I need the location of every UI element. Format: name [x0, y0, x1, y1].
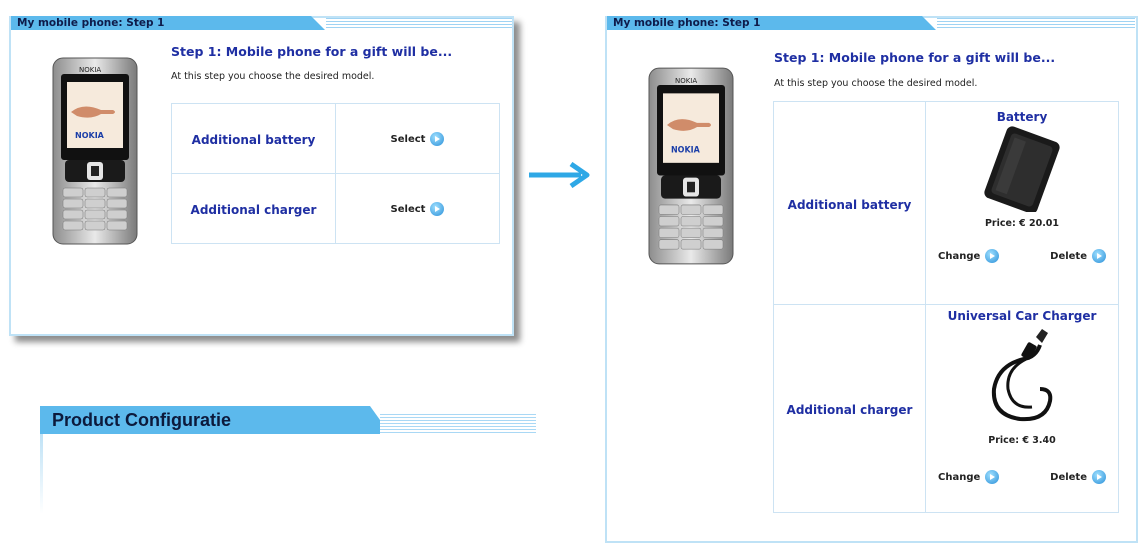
change-charger-button[interactable]: Change — [938, 470, 1000, 484]
transition-arrow-icon — [529, 162, 590, 188]
product-configuratie-section: Product Configuratie — [40, 406, 540, 516]
step1-panel-after: My mobile phone: Step 1 NOKIA NOKIA Step… — [605, 16, 1138, 543]
options-table: Additional battery Battery Price: € 20.0… — [773, 101, 1119, 513]
battery-image — [984, 126, 1060, 212]
step-subtext: At this step you choose the desired mode… — [171, 71, 375, 82]
brand-logo-top: NOKIA — [79, 66, 101, 74]
brand-logo-screen: NOKIA — [75, 131, 105, 140]
option-row-charger: Additional charger Universal Car Charger… — [773, 304, 1119, 513]
tab-stripe-decoration — [937, 18, 1135, 30]
delete-label: Delete — [1050, 472, 1087, 483]
option-label-charger: Additional charger — [786, 403, 913, 417]
option-label-battery: Additional battery — [787, 197, 912, 212]
step1-panel-before: My mobile phone: Step 1 NOKIA NOKIA Step… — [9, 16, 514, 336]
product-title-charger: Universal Car Charger — [947, 309, 1097, 323]
price-charger: Price: € 3.40 — [988, 435, 1056, 446]
nokia-phone-image: NOKIA NOKIA — [648, 67, 734, 265]
option-label-battery: Additional battery — [191, 133, 316, 147]
arrow-right-icon — [1092, 249, 1106, 263]
nokia-phone-image: NOKIA NOKIA — [52, 57, 138, 245]
options-table: Additional battery Select Additional cha… — [171, 103, 500, 244]
delete-label: Delete — [1050, 251, 1087, 262]
option-row-charger: Additional charger Select — [171, 173, 500, 244]
option-row-battery: Additional battery Battery Price: € 20.0… — [773, 101, 1119, 305]
change-label: Change — [938, 472, 981, 483]
brand-logo-screen: NOKIA — [671, 144, 700, 154]
arrow-right-icon — [1092, 470, 1106, 484]
step-heading: Step 1: Mobile phone for a gift will be.… — [774, 50, 1056, 65]
price-battery: Price: € 20.01 — [984, 218, 1060, 229]
change-label: Change — [938, 251, 981, 262]
select-charger-button[interactable]: Select — [390, 201, 445, 216]
battery-actions: Change Delete — [926, 249, 1118, 263]
option-label-charger: Additional charger — [190, 203, 317, 217]
config-body-border — [40, 434, 43, 514]
car-charger-image — [991, 329, 1053, 422]
select-battery-button[interactable]: Select — [390, 131, 445, 146]
arrow-right-icon — [430, 201, 445, 216]
change-battery-button[interactable]: Change — [938, 249, 1000, 263]
step-subtext: At this step you choose the desired mode… — [774, 78, 978, 89]
delete-battery-button[interactable]: Delete — [1050, 249, 1106, 263]
arrow-right-icon — [985, 249, 1000, 263]
tab-stripe-decoration — [326, 18, 512, 30]
step-heading: Step 1: Mobile phone for a gift will be.… — [171, 44, 453, 59]
config-title: Product Configuratie — [40, 406, 390, 434]
brand-logo-top: NOKIA — [675, 76, 697, 85]
charger-actions: Change Delete — [926, 470, 1118, 484]
select-label: Select — [390, 203, 426, 215]
delete-charger-button[interactable]: Delete — [1050, 470, 1106, 484]
arrow-right-icon — [985, 470, 1000, 484]
panel-tab-title: My mobile phone: Step 1 — [11, 16, 325, 30]
config-stripe-decoration — [380, 414, 536, 434]
select-label: Select — [390, 133, 426, 145]
product-title-battery: Battery — [996, 110, 1048, 124]
option-row-battery: Additional battery Select — [171, 103, 500, 174]
panel-tab-title: My mobile phone: Step 1 — [607, 16, 936, 30]
arrow-right-icon — [430, 131, 445, 146]
